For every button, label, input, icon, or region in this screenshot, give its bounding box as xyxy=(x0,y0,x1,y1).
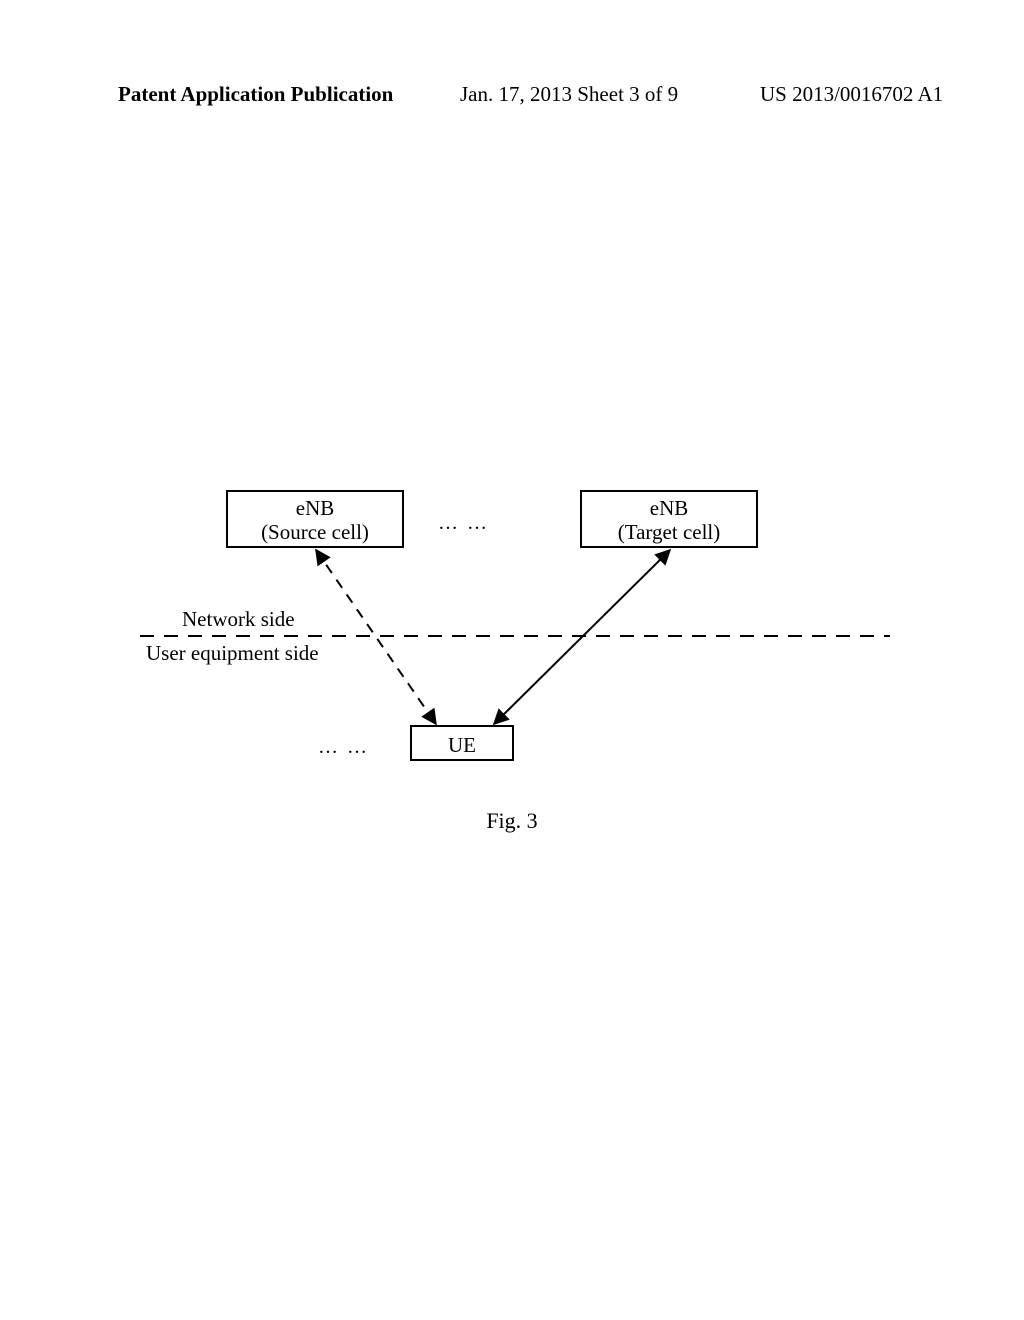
node-ue: UE xyxy=(410,725,514,761)
label-network-side: Network side xyxy=(182,607,295,632)
header-center: Jan. 17, 2013 Sheet 3 of 9 xyxy=(460,82,678,107)
node-source-enb: eNB (Source cell) xyxy=(226,490,404,548)
arrow-source-ue xyxy=(316,550,436,724)
ellipsis-top: … … xyxy=(438,512,489,535)
node-source-line1: eNB xyxy=(228,496,402,520)
figure-caption: Fig. 3 xyxy=(0,808,1024,834)
arrow-target-ue xyxy=(494,550,670,724)
label-user-side: User equipment side xyxy=(146,641,319,666)
page-container: { "header": { "left": "Patent Applicatio… xyxy=(0,0,1024,1320)
node-ue-label: UE xyxy=(412,733,512,757)
ellipsis-bottom: … … xyxy=(318,736,369,759)
node-target-enb: eNB (Target cell) xyxy=(580,490,758,548)
node-target-line2: (Target cell) xyxy=(582,520,756,544)
node-source-line2: (Source cell) xyxy=(228,520,402,544)
header-right: US 2013/0016702 A1 xyxy=(760,82,943,107)
node-target-line1: eNB xyxy=(582,496,756,520)
header-left: Patent Application Publication xyxy=(118,82,393,107)
